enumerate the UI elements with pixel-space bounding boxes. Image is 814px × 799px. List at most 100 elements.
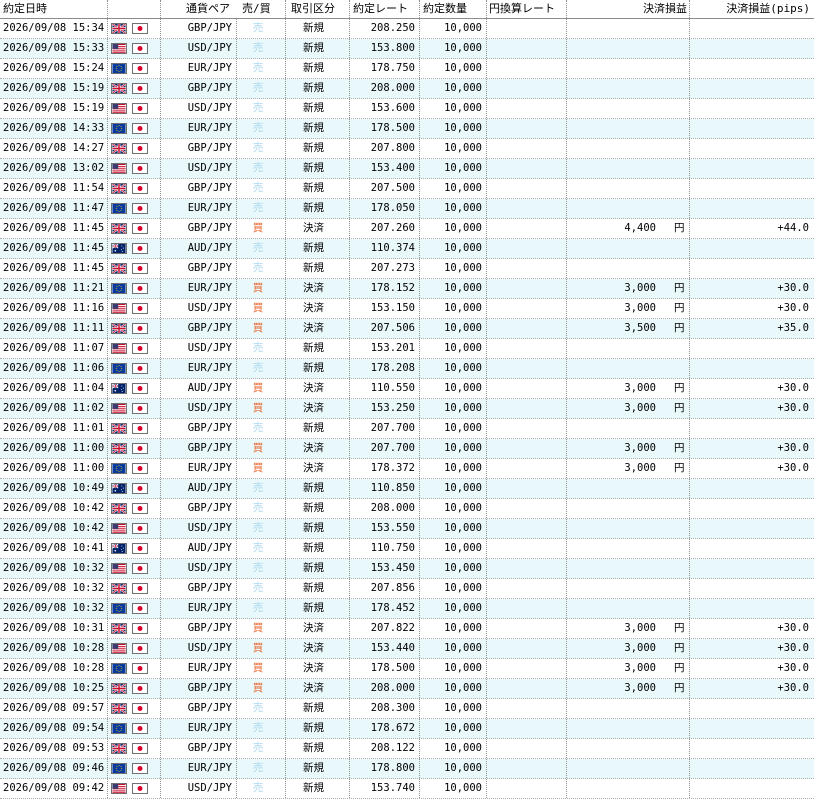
table-row[interactable]: 2026/09/08 10:28 USD/JPY 買 決済 153.440 10… bbox=[0, 639, 814, 659]
table-row[interactable]: 2026/09/08 10:28 EUR/JPY 買 決済 178.500 10… bbox=[0, 659, 814, 679]
cell-pair: GBP/JPY bbox=[187, 322, 232, 334]
cell-pair: USD/JPY bbox=[187, 782, 232, 794]
cell-side: 売 bbox=[252, 562, 264, 574]
table-row[interactable]: 2026/09/08 15:19 USD/JPY 売 新規 153.600 10… bbox=[0, 99, 814, 119]
cell-side: 買 bbox=[252, 382, 264, 394]
table-row[interactable]: 2026/09/08 11:45 AUD/JPY 売 新規 110.374 10… bbox=[0, 239, 814, 259]
header-jpy-rate[interactable]: 円換算レート bbox=[489, 0, 565, 18]
cell-pair: AUD/JPY bbox=[187, 242, 232, 254]
cell-kind: 新規 bbox=[303, 62, 324, 74]
cell-pl-unit bbox=[674, 419, 688, 438]
table-row[interactable]: 2026/09/08 09:57 GBP/JPY 売 新規 208.300 10… bbox=[0, 699, 814, 719]
cell-pl-unit bbox=[674, 759, 688, 778]
table-row[interactable]: 2026/09/08 10:32 USD/JPY 売 新規 153.450 10… bbox=[0, 559, 814, 579]
table-row[interactable]: 2026/09/08 15:33 USD/JPY 売 新規 153.800 10… bbox=[0, 39, 814, 59]
table-row[interactable]: 2026/09/08 10:32 EUR/JPY 売 新規 178.452 10… bbox=[0, 599, 814, 619]
cell-pl: 3,000 bbox=[624, 402, 656, 414]
cell-pl bbox=[570, 59, 656, 78]
table-row[interactable]: 2026/09/08 11:04 AUD/JPY 買 決済 110.550 10… bbox=[0, 379, 814, 399]
cell-pl bbox=[570, 19, 656, 38]
table-row[interactable]: 2026/09/08 11:45 GBP/JPY 買 決済 207.260 10… bbox=[0, 219, 814, 239]
cell-datetime: 2026/09/08 15:19 bbox=[3, 82, 105, 94]
table-row[interactable]: 2026/09/08 11:07 USD/JPY 売 新規 153.201 10… bbox=[0, 339, 814, 359]
gbp-flag-icon bbox=[111, 583, 127, 594]
cell-pl-unit: 円 bbox=[674, 302, 685, 314]
table-row[interactable]: 2026/09/08 11:00 GBP/JPY 買 決済 207.700 10… bbox=[0, 439, 814, 459]
cell-qty: 10,000 bbox=[444, 602, 482, 614]
cell-pl: 3,000 bbox=[624, 442, 656, 454]
cell-kind: 決済 bbox=[303, 682, 324, 694]
jpy-flag-icon bbox=[132, 763, 148, 774]
table-row[interactable]: 2026/09/08 09:53 GBP/JPY 売 新規 208.122 10… bbox=[0, 739, 814, 759]
cell-datetime: 2026/09/08 09:57 bbox=[3, 702, 105, 714]
table-row[interactable]: 2026/09/08 14:33 EUR/JPY 売 新規 178.500 10… bbox=[0, 119, 814, 139]
cell-rate: 178.050 bbox=[370, 202, 415, 214]
table-row[interactable]: 2026/09/08 11:01 GBP/JPY 売 新規 207.700 10… bbox=[0, 419, 814, 439]
table-row[interactable]: 2026/09/08 11:11 GBP/JPY 買 決済 207.506 10… bbox=[0, 319, 814, 339]
table-row[interactable]: 2026/09/08 15:24 EUR/JPY 売 新規 178.750 10… bbox=[0, 59, 814, 79]
table-row[interactable]: 2026/09/08 09:54 EUR/JPY 売 新規 178.672 10… bbox=[0, 719, 814, 739]
table-row[interactable]: 2026/09/08 10:41 AUD/JPY 売 新規 110.750 10… bbox=[0, 539, 814, 559]
jpy-flag-icon bbox=[132, 423, 148, 434]
cell-kind: 新規 bbox=[303, 782, 324, 794]
cell-rate: 153.800 bbox=[370, 42, 415, 54]
jpy-flag-icon bbox=[132, 323, 148, 334]
cell-rate: 110.850 bbox=[370, 482, 415, 494]
cell-qty: 10,000 bbox=[444, 482, 482, 494]
table-row[interactable]: 2026/09/08 10:25 GBP/JPY 買 決済 208.000 10… bbox=[0, 679, 814, 699]
table-row[interactable]: 2026/09/08 11:16 USD/JPY 買 決済 153.150 10… bbox=[0, 299, 814, 319]
eur-flag-icon bbox=[111, 603, 127, 614]
cell-side: 売 bbox=[252, 542, 264, 554]
table-row[interactable]: 2026/09/08 11:06 EUR/JPY 売 新規 178.208 10… bbox=[0, 359, 814, 379]
gbp-flag-icon bbox=[111, 503, 127, 514]
cell-pips bbox=[690, 739, 809, 758]
jpy-flag-icon bbox=[132, 443, 148, 454]
header-pips[interactable]: 決済損益(pips) bbox=[689, 0, 810, 18]
header-qty[interactable]: 約定数量 bbox=[423, 0, 485, 18]
table-row[interactable]: 2026/09/08 11:54 GBP/JPY 売 新規 207.500 10… bbox=[0, 179, 814, 199]
table-row[interactable]: 2026/09/08 11:21 EUR/JPY 買 決済 178.152 10… bbox=[0, 279, 814, 299]
table-row[interactable]: 2026/09/08 11:47 EUR/JPY 売 新規 178.050 10… bbox=[0, 199, 814, 219]
cell-side: 買 bbox=[252, 682, 264, 694]
table-row[interactable]: 2026/09/08 15:19 GBP/JPY 売 新規 208.000 10… bbox=[0, 79, 814, 99]
table-row[interactable]: 2026/09/08 11:00 EUR/JPY 買 決済 178.372 10… bbox=[0, 459, 814, 479]
table-row[interactable]: 2026/09/08 10:42 GBP/JPY 売 新規 208.000 10… bbox=[0, 499, 814, 519]
cell-pair: GBP/JPY bbox=[187, 142, 232, 154]
cell-kind: 決済 bbox=[303, 382, 324, 394]
cell-side: 売 bbox=[252, 102, 264, 114]
table-row[interactable]: 2026/09/08 09:42 USD/JPY 売 新規 153.740 10… bbox=[0, 779, 814, 799]
jpy-flag-icon bbox=[132, 663, 148, 674]
cell-datetime: 2026/09/08 10:42 bbox=[3, 522, 105, 534]
cell-pl-unit bbox=[674, 59, 688, 78]
header-pair[interactable]: 通貨ペア bbox=[186, 0, 236, 18]
cell-kind: 決済 bbox=[303, 282, 324, 294]
cell-pair: EUR/JPY bbox=[187, 462, 232, 474]
table-row[interactable]: 2026/09/08 10:31 GBP/JPY 買 決済 207.822 10… bbox=[0, 619, 814, 639]
jpy-flag-icon bbox=[132, 83, 148, 94]
cell-pair: EUR/JPY bbox=[187, 122, 232, 134]
cell-rate: 178.452 bbox=[370, 602, 415, 614]
cell-kind: 決済 bbox=[303, 462, 324, 474]
cell-pl-unit bbox=[674, 499, 688, 518]
cell-qty: 10,000 bbox=[444, 382, 482, 394]
table-row[interactable]: 2026/09/08 15:34 GBP/JPY 売 新規 208.250 10… bbox=[0, 19, 814, 39]
cell-datetime: 2026/09/08 11:07 bbox=[3, 342, 105, 354]
table-row[interactable]: 2026/09/08 11:45 GBP/JPY 売 新規 207.273 10… bbox=[0, 259, 814, 279]
header-side[interactable]: 売/買 bbox=[242, 0, 282, 18]
header-kind[interactable]: 取引区分 bbox=[291, 0, 351, 18]
table-row[interactable]: 2026/09/08 10:42 USD/JPY 売 新規 153.550 10… bbox=[0, 519, 814, 539]
cell-pips bbox=[690, 199, 809, 218]
table-row[interactable]: 2026/09/08 10:32 GBP/JPY 売 新規 207.856 10… bbox=[0, 579, 814, 599]
cell-kind: 新規 bbox=[303, 82, 324, 94]
table-row[interactable]: 2026/09/08 10:49 AUD/JPY 売 新規 110.850 10… bbox=[0, 479, 814, 499]
header-pl[interactable]: 決済損益 bbox=[566, 0, 687, 18]
header-datetime[interactable]: 約定日時 bbox=[3, 0, 105, 18]
table-row[interactable]: 2026/09/08 13:02 USD/JPY 売 新規 153.400 10… bbox=[0, 159, 814, 179]
header-rate[interactable]: 約定レート bbox=[353, 0, 419, 18]
table-row[interactable]: 2026/09/08 09:46 EUR/JPY 売 新規 178.800 10… bbox=[0, 759, 814, 779]
cell-pair: GBP/JPY bbox=[187, 622, 232, 634]
usd-flag-icon bbox=[111, 523, 127, 534]
table-row[interactable]: 2026/09/08 11:02 USD/JPY 買 決済 153.250 10… bbox=[0, 399, 814, 419]
cell-rate: 178.750 bbox=[370, 62, 415, 74]
table-row[interactable]: 2026/09/08 14:27 GBP/JPY 売 新規 207.800 10… bbox=[0, 139, 814, 159]
